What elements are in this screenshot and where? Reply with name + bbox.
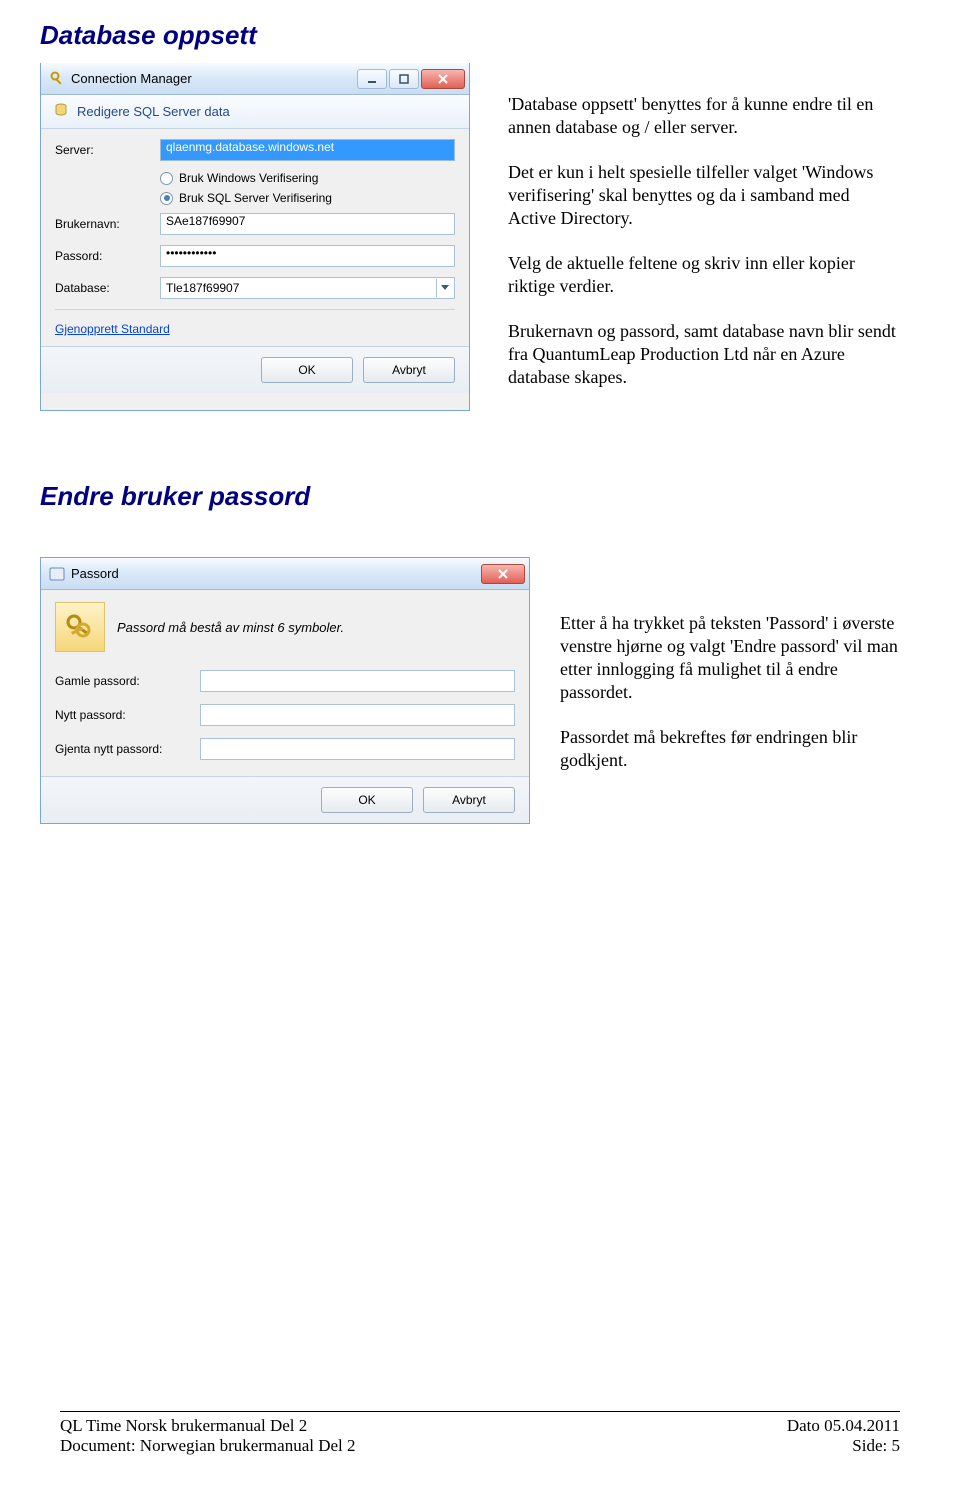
footer-right-1: Dato 05.04.2011 [787, 1416, 900, 1436]
new-password-input[interactable] [200, 704, 515, 726]
radio-sql-label: Bruk SQL Server Verifisering [179, 191, 332, 205]
keys-icon [55, 602, 105, 652]
repeat-password-input[interactable] [200, 738, 515, 760]
database-combo[interactable]: Tle187f69907 [160, 277, 455, 299]
passord-dialog: Passord Passord må bestå av minst 6 symb… [40, 557, 530, 824]
old-password-input[interactable] [200, 670, 515, 692]
radio-sql-auth[interactable]: Bruk SQL Server Verifisering [160, 191, 455, 205]
connection-manager-dialog: Connection Manager Redigere SQL Server d… [40, 63, 470, 411]
close-button[interactable] [421, 69, 465, 89]
database-value: Tle187f69907 [166, 281, 436, 295]
label-brukernavn: Brukernavn: [55, 217, 160, 231]
para: Passordet må bekreftes før endringen bli… [560, 726, 900, 772]
para: Etter å ha trykket på teksten 'Passord' … [560, 612, 900, 704]
para: 'Database oppsett' benyttes for å kunne … [508, 93, 900, 139]
para: Velg de aktuelle feltene og skriv inn el… [508, 252, 900, 298]
maximize-button[interactable] [389, 69, 419, 89]
radio-icon [160, 172, 173, 185]
label-passord: Passord: [55, 249, 160, 263]
minimize-button[interactable] [357, 69, 387, 89]
label-new-password: Nytt passord: [55, 708, 200, 722]
cancel-button[interactable]: Avbryt [423, 787, 515, 813]
app-icon [49, 71, 65, 87]
footer-right-2: Side: 5 [852, 1436, 900, 1456]
restore-default-link[interactable]: Gjenopprett Standard [55, 322, 170, 336]
heading-endre-bruker-passord: Endre bruker passord [40, 481, 900, 512]
desc-database-oppsett: 'Database oppsett' benyttes for å kunne … [508, 63, 900, 411]
titlebar[interactable]: Passord [41, 558, 529, 590]
username-input[interactable]: SAe187f69907 [160, 213, 455, 235]
page-footer: QL Time Norsk brukermanual Del 2 Dato 05… [60, 1411, 900, 1456]
chevron-down-icon [436, 279, 452, 297]
heading-database-oppsett: Database oppsett [40, 20, 900, 51]
cylinder-icon [53, 102, 69, 121]
radio-windows-auth[interactable]: Bruk Windows Verifisering [160, 171, 455, 185]
ok-button[interactable]: OK [321, 787, 413, 813]
label-old-password: Gamle passord: [55, 674, 200, 688]
window-title: Passord [71, 566, 481, 581]
footer-left-2: Document: Norwegian brukermanual Del 2 [60, 1436, 356, 1456]
label-server: Server: [55, 143, 160, 157]
ok-button[interactable]: OK [261, 357, 353, 383]
para: Det er kun i helt spesielle tilfeller va… [508, 161, 900, 230]
window-title: Connection Manager [71, 71, 357, 86]
cancel-button[interactable]: Avbryt [363, 357, 455, 383]
panel-header: Redigere SQL Server data [41, 95, 469, 129]
footer-left-1: QL Time Norsk brukermanual Del 2 [60, 1416, 307, 1436]
radio-icon [160, 192, 173, 205]
para: Brukernavn og passord, samt database nav… [508, 320, 900, 389]
dialog-icon [49, 566, 65, 582]
label-database: Database: [55, 281, 160, 295]
password-input[interactable]: •••••••••••• [160, 245, 455, 267]
desc-endre-passord: Etter å ha trykket på teksten 'Passord' … [560, 557, 900, 824]
close-button[interactable] [481, 564, 525, 584]
panel-title: Redigere SQL Server data [77, 104, 230, 119]
password-hint: Passord må bestå av minst 6 symboler. [117, 620, 344, 635]
radio-windows-label: Bruk Windows Verifisering [179, 171, 318, 185]
titlebar[interactable]: Connection Manager [41, 63, 469, 95]
label-repeat-password: Gjenta nytt passord: [55, 742, 200, 756]
server-input[interactable]: qlaenmg.database.windows.net [160, 139, 455, 161]
